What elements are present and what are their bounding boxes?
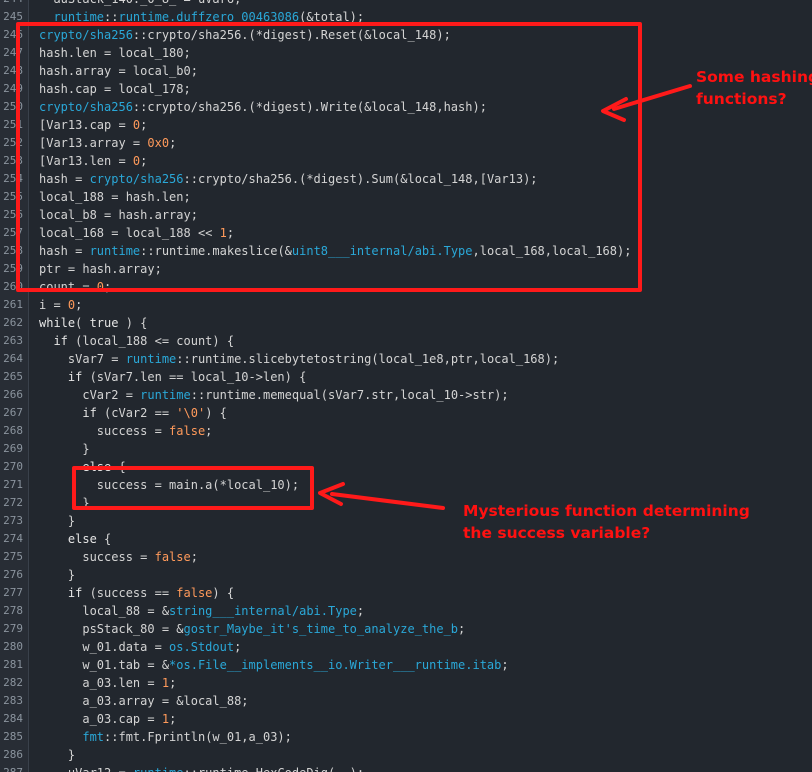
decompiler-window: 244 auStack_140._0_8_ = uVar6;245 runtim… (0, 0, 812, 772)
annotation-hashing-line-1: Some hashing (696, 68, 812, 86)
arrow-mid-shaft (330, 492, 445, 510)
annotation-hashing-line-2: functions? (696, 90, 787, 108)
annotation-success: Mysterious function determining the succ… (463, 500, 750, 544)
annotation-hashing: Some hashing functions? (696, 66, 812, 110)
annotation-success-line-2: the success variable? (463, 524, 651, 542)
annotation-arrows (318, 84, 692, 510)
annotation-success-line-1: Mysterious function determining (463, 502, 750, 520)
